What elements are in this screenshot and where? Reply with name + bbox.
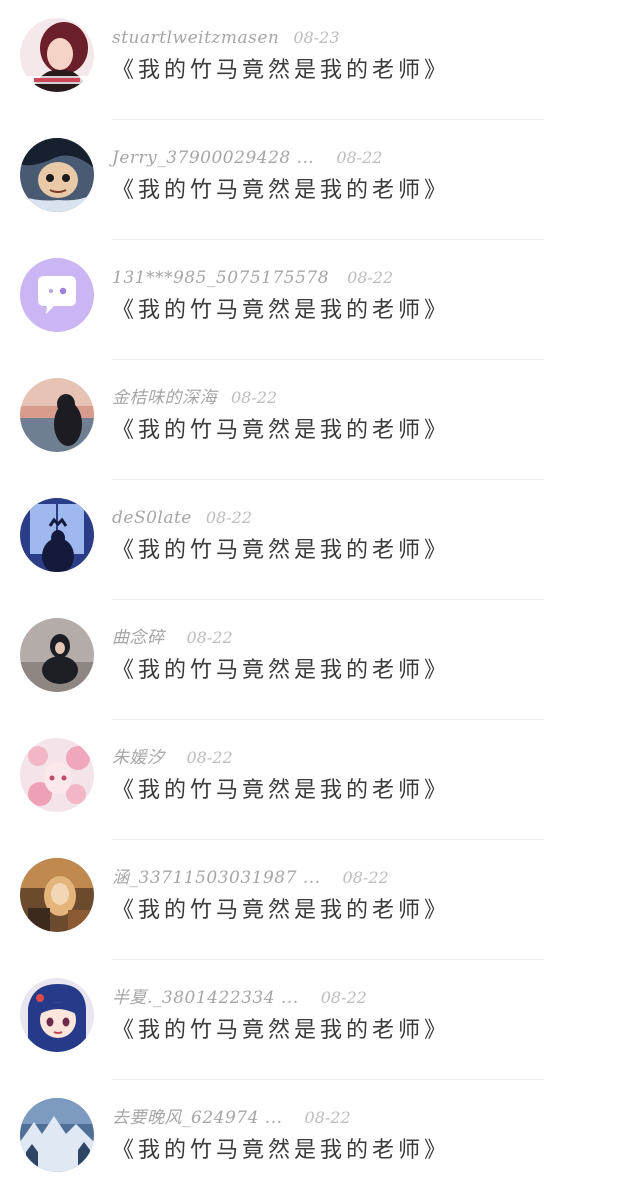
avatar-default-chat-icon[interactable]	[20, 258, 94, 332]
comment-text: 《我的竹马竟然是我的老师》	[112, 778, 451, 803]
avatar-sitting-girl-icon[interactable]	[20, 618, 94, 692]
comment-text: 《我的竹马竟然是我的老师》	[112, 178, 451, 203]
username[interactable]: stuartlweitzmasen	[112, 28, 279, 48]
comment-item[interactable]: 曲念碎 08-22 《我的竹马竟然是我的老师》	[0, 600, 640, 720]
comment-date: 08-22	[304, 1108, 351, 1127]
comment-text: 《我的竹马竟然是我的老师》	[112, 298, 451, 323]
avatar-anime-boy-icon[interactable]	[20, 138, 94, 212]
comment-meta: 曲念碎 08-22	[112, 624, 233, 652]
username[interactable]: 金桔味的深海	[112, 388, 217, 408]
comment-text: 《我的竹马竟然是我的老师》	[112, 58, 451, 83]
comment-item[interactable]: 去要晚风_624974 ... 08-22 《我的竹马竟然是我的老师》	[0, 1080, 640, 1200]
comment-item[interactable]: 涵_33711503031987 ... 08-22 《我的竹马竟然是我的老师》	[0, 840, 640, 960]
comment-date: 08-23	[293, 28, 340, 47]
comment-list: stuartlweitzmasen 08-23 《我的竹马竟然是我的老师》 Jer…	[0, 0, 640, 1200]
comment-meta: Jerry_37900029428 ... 08-22	[112, 144, 382, 172]
avatar-warm-portrait-icon[interactable]	[20, 858, 94, 932]
comment-text: 《我的竹马竟然是我的老师》	[112, 418, 451, 443]
username[interactable]: 去要晚风_624974 ...	[112, 1108, 283, 1128]
username[interactable]: Jerry_37900029428 ...	[112, 148, 314, 168]
comment-date: 08-22	[186, 748, 233, 767]
avatar-snowy-landscape-icon[interactable]	[20, 1098, 94, 1172]
username[interactable]: 朱媛汐	[112, 748, 165, 768]
comment-meta: 131***985_5075175578 08-22	[112, 264, 393, 292]
comment-date: 08-22	[231, 388, 278, 407]
comment-meta: deS0late 08-22	[112, 504, 252, 532]
avatar-anime-girl-blue-hair-icon[interactable]	[20, 978, 94, 1052]
comment-text: 《我的竹马竟然是我的老师》	[112, 898, 451, 923]
comment-item[interactable]: deS0late 08-22 《我的竹马竟然是我的老师》	[0, 480, 640, 600]
comment-item[interactable]: 金桔味的深海 08-22 《我的竹马竟然是我的老师》	[0, 360, 640, 480]
avatar-girl-red-icon[interactable]	[20, 18, 94, 92]
comment-text: 《我的竹马竟然是我的老师》	[112, 1138, 451, 1163]
comment-date: 08-22	[320, 988, 367, 1007]
comment-item[interactable]: Jerry_37900029428 ... 08-22 《我的竹马竟然是我的老师》	[0, 120, 640, 240]
comment-text: 《我的竹马竟然是我的老师》	[112, 1018, 451, 1043]
comment-item[interactable]: 朱媛汐 08-22 《我的竹马竟然是我的老师》	[0, 720, 640, 840]
username[interactable]: 曲念碎	[112, 628, 165, 648]
comment-date: 08-22	[186, 628, 233, 647]
comment-meta: 朱媛汐 08-22	[112, 744, 233, 772]
comment-text: 《我的竹马竟然是我的老师》	[112, 538, 451, 563]
username[interactable]: 半夏._3801422334 ...	[112, 988, 299, 1008]
comment-date: 08-22	[342, 868, 389, 887]
comment-date: 08-22	[336, 148, 383, 167]
username[interactable]: 涵_33711503031987 ...	[112, 868, 321, 888]
comment-meta: 涵_33711503031987 ... 08-22	[112, 864, 389, 892]
avatar-sunset-girl-icon[interactable]	[20, 378, 94, 452]
username[interactable]: deS0late	[112, 508, 192, 528]
comment-item[interactable]: stuartlweitzmasen 08-23 《我的竹马竟然是我的老师》	[0, 0, 640, 120]
comment-meta: stuartlweitzmasen 08-23	[112, 24, 340, 52]
comment-date: 08-22	[205, 508, 252, 527]
avatar-blue-window-icon[interactable]	[20, 498, 94, 572]
comment-meta: 去要晚风_624974 ... 08-22	[112, 1104, 351, 1132]
comment-meta: 半夏._3801422334 ... 08-22	[112, 984, 367, 1012]
comment-date: 08-22	[347, 268, 394, 287]
comment-meta: 金桔味的深海 08-22	[112, 384, 277, 412]
username[interactable]: 131***985_5075175578	[112, 268, 329, 288]
comment-text: 《我的竹马竟然是我的老师》	[112, 658, 451, 683]
comment-item[interactable]: 半夏._3801422334 ... 08-22 《我的竹马竟然是我的老师》	[0, 960, 640, 1080]
avatar-pink-anime-icon[interactable]	[20, 738, 94, 812]
comment-item[interactable]: 131***985_5075175578 08-22 《我的竹马竟然是我的老师》	[0, 240, 640, 360]
